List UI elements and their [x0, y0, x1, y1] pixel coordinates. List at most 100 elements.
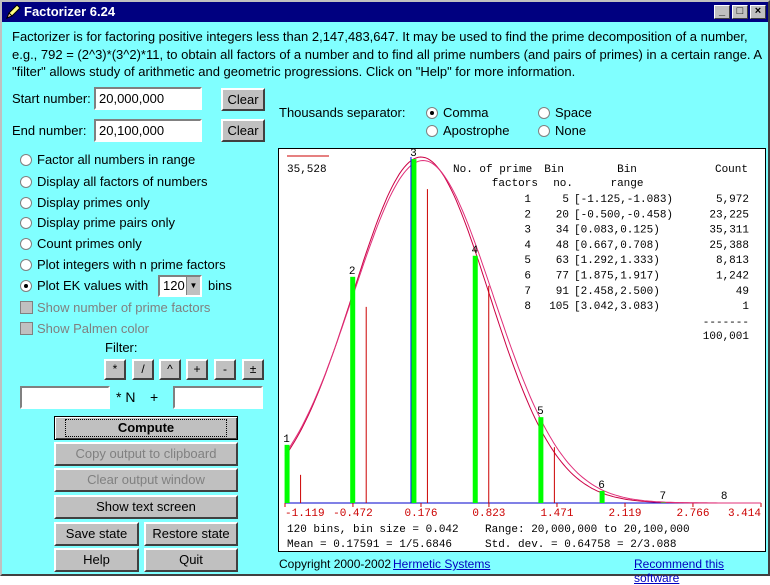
end-number-input[interactable] [94, 119, 202, 142]
close-button[interactable]: × [750, 5, 766, 19]
mode-count-radio[interactable] [20, 238, 32, 250]
compute-button[interactable]: Compute [54, 416, 238, 440]
save-state-button[interactable]: Save state [54, 522, 139, 546]
table-cell-factors: 8 [524, 301, 531, 313]
x-tick-label: 0.176 [404, 508, 437, 520]
bar-label: 8 [721, 491, 728, 503]
table-total: 100,001 [703, 331, 750, 343]
filter-power-button[interactable]: ^ [159, 359, 181, 380]
histogram-bar [285, 445, 290, 503]
table-cell-bin: 34 [556, 225, 570, 237]
separator-space-radio[interactable] [538, 107, 550, 119]
copy-output-button[interactable]: Copy output to clipboard [54, 442, 238, 466]
table-header-factors: No. of prime [453, 164, 532, 176]
filter-plus-button[interactable]: + [186, 359, 208, 380]
separator-comma-radio[interactable] [426, 107, 438, 119]
show-text-screen-button[interactable]: Show text screen [54, 495, 238, 519]
clear-output-button[interactable]: Clear output window [54, 468, 238, 492]
mode-factor-radio[interactable] [20, 154, 32, 166]
table-cell-count: 1,242 [716, 271, 749, 283]
show-palmen-color-checkbox[interactable] [20, 322, 33, 335]
separator-space-label: Space [555, 105, 592, 120]
separator-comma-label: Comma [443, 105, 489, 120]
filter-offset-input[interactable] [173, 386, 263, 409]
copyright-text: Copyright 2000-2002 [279, 557, 391, 571]
ek-histogram-chart: -1.119-0.4720.1760.8231.4712.1192.7663.4… [279, 149, 767, 553]
table-cell-factors: 2 [524, 209, 531, 221]
table-header-range: Bin [617, 164, 637, 176]
x-tick-label: 2.119 [609, 508, 642, 520]
table-header-factors-2: factors [492, 178, 538, 190]
end-number-label: End number: [12, 123, 86, 138]
restore-state-button[interactable]: Restore state [144, 522, 238, 546]
separator-label: Thousands separator: [279, 105, 405, 120]
table-cell-count: 49 [736, 286, 749, 298]
quit-button[interactable]: Quit [144, 548, 238, 572]
x-tick-label: 2.766 [676, 508, 709, 520]
histogram-bar [473, 256, 478, 503]
filter-multiply-button[interactable]: * [104, 359, 126, 380]
peak-value-label: 35,528 [287, 164, 327, 176]
show-prime-factors-label: Show number of prime factors [37, 300, 210, 315]
mode-plot-ek-radio[interactable] [20, 280, 32, 292]
stats-stddev: Std. dev. = 0.64758 = 2/3.088 [485, 539, 676, 551]
bins-value: 120 [163, 278, 185, 293]
table-cell-range: [1.875,1.917) [574, 271, 660, 283]
table-cell-factors: 4 [524, 240, 531, 252]
hermetic-systems-link[interactable]: Hermetic Systems [393, 557, 490, 571]
table-cell-count: 8,813 [716, 255, 749, 267]
filter-multiplier-input[interactable] [20, 386, 110, 409]
filter-minus-button[interactable]: - [214, 359, 236, 380]
filter-plusminus-button[interactable]: ± [242, 359, 264, 380]
normal-curve [285, 157, 761, 503]
start-clear-button[interactable]: Clear [221, 88, 265, 111]
x-tick-label: 3.414 [728, 508, 761, 520]
table-cell-factors: 6 [524, 271, 531, 283]
table-cell-bin: 77 [556, 271, 569, 283]
show-prime-factors-checkbox[interactable] [20, 301, 33, 314]
chevron-down-icon[interactable]: ▼ [186, 277, 200, 295]
mode-prime-pairs-label: Display prime pairs only [37, 215, 175, 230]
mode-all-factors-label: Display all factors of numbers [37, 174, 208, 189]
mode-all-factors-radio[interactable] [20, 176, 32, 188]
start-number-label: Start number: [12, 91, 91, 106]
separator-apostrophe-radio[interactable] [426, 125, 438, 137]
table-cell-bin: 105 [549, 301, 569, 313]
minimize-button[interactable]: _ [714, 5, 730, 19]
end-clear-button[interactable]: Clear [221, 119, 265, 142]
histogram-bar [600, 491, 605, 503]
table-total-rule: ------- [703, 317, 749, 329]
separator-none-radio[interactable] [538, 125, 550, 137]
start-number-input[interactable] [94, 87, 202, 110]
bins-select[interactable]: 120 ▼ [158, 275, 202, 297]
bar-label: 1 [283, 434, 290, 446]
table-cell-count: 25,388 [709, 240, 749, 252]
table-cell-bin: 48 [556, 240, 569, 252]
x-tick-label: 0.823 [472, 508, 505, 520]
stats-mean: Mean = 0.17591 = 1/5.6846 [287, 539, 452, 551]
bar-label: 6 [598, 480, 605, 492]
bar-label: 7 [660, 491, 667, 503]
table-cell-count: 1 [742, 301, 749, 313]
table-cell-bin: 5 [562, 194, 569, 206]
mode-plot-n-radio[interactable] [20, 259, 32, 271]
help-button[interactable]: Help [54, 548, 139, 572]
table-header-count: Count [715, 164, 748, 176]
mode-count-label: Count primes only [37, 236, 142, 251]
table-cell-range: [0.083,0.125) [574, 225, 660, 237]
table-cell-count: 35,311 [709, 225, 749, 237]
table-cell-factors: 7 [524, 286, 531, 298]
mode-prime-pairs-radio[interactable] [20, 217, 32, 229]
maximize-button[interactable]: □ [732, 5, 748, 19]
mode-factor-label: Factor all numbers in range [37, 152, 195, 167]
compute-label: Compute [65, 419, 227, 437]
window-title: Factorizer 6.24 [24, 4, 115, 19]
app-window: Factorizer 6.24 _ □ × Factorizer is for … [0, 0, 770, 576]
mode-primes-radio[interactable] [20, 197, 32, 209]
separator-apostrophe-label: Apostrophe [443, 123, 510, 138]
recommend-link[interactable]: Recommend this software [634, 557, 768, 585]
bar-label: 4 [471, 245, 478, 257]
fitted-curve [285, 161, 761, 504]
filter-divide-button[interactable]: / [132, 359, 154, 380]
table-cell-range: [0.667,0.708) [574, 240, 660, 252]
